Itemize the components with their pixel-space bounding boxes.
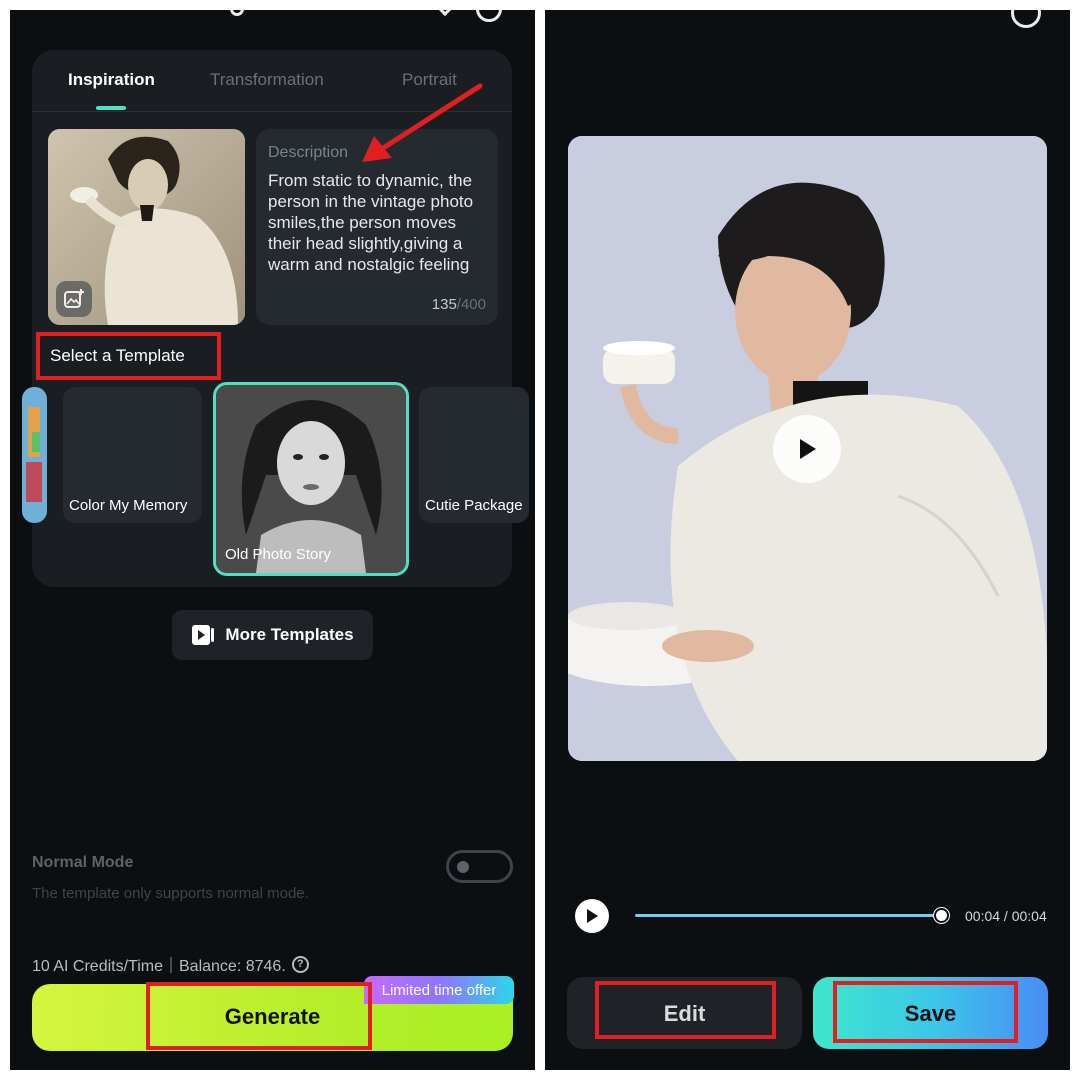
normal-mode-title: Normal Mode <box>32 854 134 871</box>
generate-screen: Inspiration Transformation Portrait Desc… <box>10 10 535 1070</box>
playback-play-button[interactable] <box>575 899 609 933</box>
top-icon-partial[interactable] <box>476 10 502 22</box>
help-icon[interactable]: ? <box>291 955 309 973</box>
character-max: /400 <box>456 296 486 313</box>
tab-inspiration[interactable]: Inspiration <box>68 70 155 90</box>
select-template-label: Select a Template <box>50 346 185 365</box>
time-display: 00:04 / 00:04 <box>965 908 1047 924</box>
template-color-my-memory[interactable]: Color My Memory <box>63 387 202 523</box>
video-preview[interactable] <box>568 136 1047 761</box>
seek-thumb[interactable] <box>934 908 949 923</box>
annotation-arrow <box>362 83 483 162</box>
template-cutie-package[interactable]: Cutie Package <box>419 387 529 523</box>
play-overlay-button[interactable] <box>773 415 841 483</box>
info-icon-partial[interactable] <box>1011 10 1041 28</box>
play-icon <box>800 439 816 459</box>
template-label: Cutie Package <box>425 497 523 514</box>
seek-bar[interactable] <box>635 914 941 917</box>
play-icon <box>587 909 598 923</box>
template-item-partial[interactable] <box>22 387 47 523</box>
edit-label: Edit <box>663 1001 706 1026</box>
template-label: Old Photo Story <box>225 546 331 563</box>
preview-screen: 00:04 / 00:04 Edit Save <box>545 10 1070 1070</box>
credits-text: 10 AI Credits/Time｜Balance: 8746. <box>32 958 286 975</box>
limited-offer-badge: Limited time offer <box>364 976 514 1004</box>
template-label: Color My Memory <box>69 497 188 514</box>
tab-transformation[interactable]: Transformation <box>210 70 324 90</box>
add-image-icon <box>64 289 84 308</box>
save-button[interactable]: Save <box>813 977 1048 1049</box>
save-label: Save <box>904 1001 957 1026</box>
toggle-knob <box>457 861 469 873</box>
generate-label: Generate <box>224 1004 321 1029</box>
top-chevron-partial[interactable] <box>437 10 453 17</box>
description-label: Description <box>268 144 349 161</box>
normal-mode-toggle[interactable] <box>446 850 513 883</box>
offer-label: Limited time offer <box>381 981 497 999</box>
more-templates-button[interactable]: More Templates <box>172 610 373 660</box>
template-old-photo-story[interactable]: Old Photo Story <box>213 382 409 576</box>
more-templates-label: More Templates <box>225 625 354 644</box>
template-thumbnail-portrait <box>216 385 406 573</box>
character-counter: 135/400 <box>432 296 486 313</box>
character-count: 135 <box>431 296 457 313</box>
templates-icon <box>192 625 215 645</box>
edit-button[interactable]: Edit <box>567 977 802 1049</box>
template-thumbnail-colorful <box>22 387 47 523</box>
credits-info: 10 AI Credits/Time｜Balance: 8746. ? <box>32 952 309 976</box>
top-icon-partial-2[interactable] <box>230 10 244 16</box>
normal-mode-subtitle: The template only supports normal mode. <box>32 885 309 902</box>
source-photo[interactable] <box>48 129 245 325</box>
description-text[interactable]: From static to dynamic, the person in th… <box>268 170 486 285</box>
replace-image-button[interactable] <box>56 281 92 317</box>
active-tab-indicator <box>96 106 126 110</box>
